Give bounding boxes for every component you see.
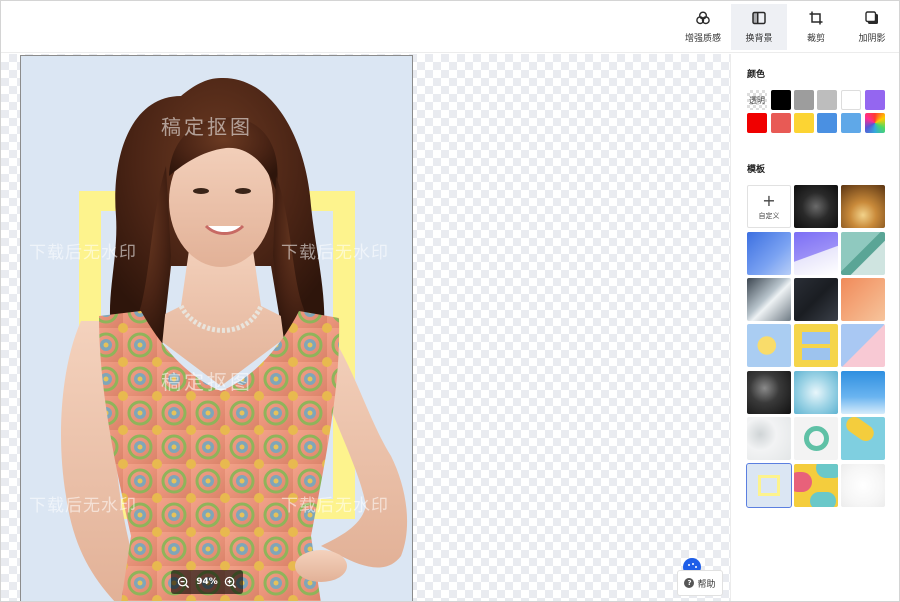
- tool-enhance-label: 增强质感: [684, 34, 721, 44]
- color-swatch[interactable]: [771, 90, 791, 110]
- transparent-label: 透明: [749, 95, 765, 105]
- background-icon: [752, 11, 766, 25]
- template-sky-blue[interactable]: [841, 371, 885, 414]
- template-yellow-pill[interactable]: [841, 417, 885, 460]
- color-swatch[interactable]: [841, 90, 861, 110]
- custom-label: 自定义: [758, 211, 780, 220]
- template-white-leaves[interactable]: [747, 417, 791, 460]
- template-blue-glitter[interactable]: [794, 371, 838, 414]
- app-window: 增强质感 换背景 裁剪 加阴影 稿定抠图 下载后无水印 下载后无水印 稿定抠图 …: [0, 0, 900, 602]
- watermark-text: 下载后无水印: [281, 243, 389, 263]
- template-teal-shapes[interactable]: [841, 232, 885, 275]
- top-toolbar: 增强质感 换背景 裁剪 加阴影: [1, 1, 899, 53]
- color-swatch-transparent[interactable]: 透明: [747, 90, 767, 110]
- color-swatch[interactable]: [794, 90, 814, 110]
- template-gold-bokeh[interactable]: [841, 185, 885, 228]
- color-swatch[interactable]: [817, 113, 837, 133]
- watermark-text: 稿定抠图: [161, 115, 253, 139]
- zoom-out-icon[interactable]: [177, 576, 190, 589]
- background-panel: 颜色 透明 模板 + 自定义: [730, 54, 899, 601]
- plus-icon: +: [762, 190, 776, 210]
- template-orange-gradient[interactable]: [841, 278, 885, 321]
- cutout-image[interactable]: 稿定抠图 下载后无水印 下载后无水印 稿定抠图 下载后无水印 下载后无水印: [20, 55, 413, 601]
- template-pink-diagonal[interactable]: [841, 324, 885, 367]
- template-yellow-squares[interactable]: [794, 324, 838, 367]
- zoom-in-icon[interactable]: [224, 576, 237, 589]
- template-silver-light[interactable]: [747, 278, 791, 321]
- color-swatch[interactable]: [747, 113, 767, 133]
- template-white-soft[interactable]: [841, 464, 885, 507]
- template-black-marble[interactable]: [747, 371, 791, 414]
- help-label: 帮助: [697, 579, 716, 590]
- tool-add-shadow[interactable]: 加阴影: [844, 4, 899, 50]
- template-section-title: 模板: [747, 165, 766, 175]
- color-swatch[interactable]: [817, 90, 837, 110]
- watermark-text: 下载后无水印: [281, 496, 389, 516]
- tool-add-shadow-label: 加阴影: [858, 34, 886, 44]
- template-blue-circle[interactable]: [747, 324, 791, 367]
- color-swatch[interactable]: [771, 113, 791, 133]
- template-blue-gradient[interactable]: [747, 232, 791, 275]
- crop-icon: [809, 11, 823, 25]
- template-dark-spotlight[interactable]: [794, 185, 838, 228]
- template-yellow-frame[interactable]: [746, 463, 792, 508]
- color-swatch[interactable]: [865, 90, 885, 110]
- shadow-icon: [865, 11, 878, 24]
- enhance-icon: [696, 11, 710, 25]
- question-icon: ?: [684, 578, 695, 588]
- color-swatch[interactable]: [794, 113, 814, 133]
- template-custom[interactable]: + 自定义: [747, 185, 791, 228]
- help-button[interactable]: ? 帮助: [677, 570, 723, 596]
- watermark-text: 稿定抠图: [161, 370, 253, 394]
- tool-crop-label: 裁剪: [806, 34, 825, 44]
- tool-enhance[interactable]: 增强质感: [675, 4, 731, 50]
- template-purple-waves[interactable]: [794, 232, 838, 275]
- zoom-control: 94%: [171, 570, 243, 594]
- tool-crop[interactable]: 裁剪: [788, 4, 844, 50]
- color-swatch[interactable]: [841, 113, 861, 133]
- template-color-blobs[interactable]: [794, 464, 838, 507]
- watermark-text: 下载后无水印: [29, 496, 137, 516]
- template-dark-texture[interactable]: [794, 278, 838, 321]
- color-picker-swatch[interactable]: [865, 113, 885, 133]
- watermark-text: 下载后无水印: [29, 243, 137, 263]
- color-section-title: 颜色: [747, 70, 766, 80]
- tool-change-background-label: 换背景: [745, 34, 773, 44]
- editor-canvas[interactable]: 稿定抠图 下载后无水印 下载后无水印 稿定抠图 下载后无水印 下载后无水印 94…: [1, 54, 730, 601]
- zoom-level: 94%: [196, 577, 218, 587]
- tool-change-background[interactable]: 换背景: [731, 4, 787, 50]
- template-green-ring[interactable]: [794, 417, 838, 460]
